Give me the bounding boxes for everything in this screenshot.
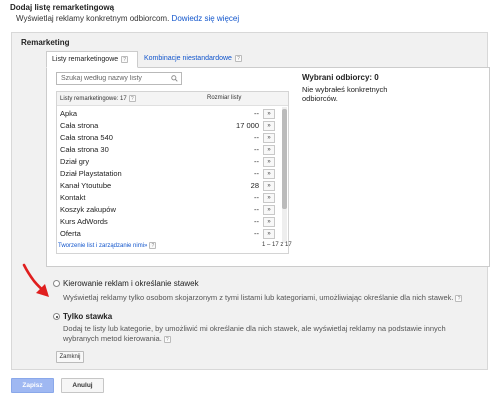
list-item-size: 28 — [250, 181, 259, 190]
option-bid-only-label[interactable]: Tylko stawka — [63, 312, 112, 321]
help-icon[interactable]: ? — [163, 335, 171, 343]
option-bid-only-radio[interactable] — [53, 313, 60, 320]
help-icon[interactable]: ? — [455, 294, 463, 302]
list-item[interactable]: Kanał Ytoutube 28 » — [57, 180, 279, 192]
tab-remarketing-lists[interactable]: Listy remarketingowe? — [46, 51, 138, 68]
selected-audiences-empty: Nie wybrałeś konkretnych odbiorców. — [302, 85, 388, 103]
search-box — [56, 72, 182, 85]
list-item[interactable]: Cała strona 17 000 » — [57, 120, 279, 132]
list-item-name: Koszyk zakupów — [60, 205, 116, 214]
list-item-name: Kontakt — [60, 193, 86, 202]
list-item-name: Dział gry — [60, 157, 90, 166]
selected-audiences-title: Wybrani odbiorcy: 0 — [302, 73, 379, 82]
list-item-size: -- — [254, 145, 259, 154]
section-heading: Remarketing — [21, 38, 70, 47]
help-icon[interactable]: ? — [234, 54, 242, 62]
option-bid-only-description: Dodaj te listy lub kategorie, by umożliw… — [63, 324, 463, 344]
list-item[interactable]: Cała strona 540 -- » — [57, 132, 279, 144]
option-targeting-description: Wyświetlaj reklamy tylko osobom skojarzo… — [63, 293, 463, 303]
cancel-button[interactable]: Anuluj — [61, 378, 104, 393]
column-header-size[interactable]: Rozmiar listy — [207, 95, 241, 101]
list-item[interactable]: Koszyk zakupów -- » — [57, 204, 279, 216]
list-item-name: Kurs AdWords — [60, 217, 108, 226]
option-bid-only-description-text: Dodaj te listy lub kategorie, by umożliw… — [63, 324, 446, 343]
option-targeting-label[interactable]: Kierowanie reklam i określanie stawek — [63, 279, 199, 288]
list-item[interactable]: Oferta -- » — [57, 228, 279, 240]
add-list-button[interactable]: » — [263, 145, 275, 155]
list-item-name: Cała strona 30 — [60, 145, 109, 154]
list-item-name: Apka — [60, 109, 78, 118]
tab-label: Kombinacje niestandardowe — [144, 55, 232, 62]
list-item[interactable]: Apka -- » — [57, 108, 279, 120]
list-item-size: -- — [254, 133, 259, 142]
help-icon[interactable]: ? — [121, 55, 129, 63]
add-list-button[interactable]: » — [263, 205, 275, 215]
learn-more-link[interactable]: Dowiedz się więcej — [172, 14, 240, 23]
tab-label: Listy remarketingowe — [52, 56, 119, 63]
dialog-title: Dodaj listę remarketingową — [10, 3, 115, 12]
list-item[interactable]: Kurs AdWords -- » — [57, 216, 279, 228]
add-list-button[interactable]: » — [263, 121, 275, 131]
option-targeting-radio[interactable] — [53, 280, 60, 287]
option-targeting-description-text: Wyświetlaj reklamy tylko osobom skojarzo… — [63, 293, 454, 302]
remarketing-list-table: Listy remarketingowe: 17? Rozmiar listy … — [56, 91, 289, 254]
list-item-size: 17 000 — [236, 121, 259, 130]
dialog-subtitle: Wyświetlaj reklamy konkretnym odbiorcom.… — [16, 14, 239, 23]
save-button[interactable]: Zapisz — [11, 378, 54, 393]
red-arrow-icon — [22, 263, 49, 297]
list-item[interactable]: Dział gry -- » — [57, 156, 279, 168]
manage-lists-link[interactable]: Tworzenie list i zarządzanie nimi»? — [58, 242, 157, 249]
list-item-name: Kanał Ytoutube — [60, 181, 112, 190]
add-list-button[interactable]: » — [263, 133, 275, 143]
list-item[interactable]: Cała strona 30 -- » — [57, 144, 279, 156]
list-item-name: Dział Playstatation — [60, 169, 122, 178]
manage-lists-link-text[interactable]: Tworzenie list i zarządzanie nimi» — [58, 243, 147, 249]
list-item[interactable]: Dział Playstatation -- » — [57, 168, 279, 180]
help-icon[interactable]: ? — [128, 95, 136, 102]
help-icon[interactable]: ? — [149, 242, 157, 249]
list-item-size: -- — [254, 169, 259, 178]
column-header-name: Listy remarketingowe: 17? — [60, 95, 136, 102]
add-list-button[interactable]: » — [263, 157, 275, 167]
list-item-name: Cała strona 540 — [60, 133, 113, 142]
list-item-size: -- — [254, 229, 259, 238]
scrollbar-thumb[interactable] — [282, 109, 287, 209]
list-item-size: -- — [254, 217, 259, 226]
add-list-button[interactable]: » — [263, 181, 275, 191]
list-item[interactable]: Kontakt -- » — [57, 192, 279, 204]
add-list-button[interactable]: » — [263, 109, 275, 119]
close-button[interactable]: Zamknij — [56, 351, 84, 363]
list-item-size: -- — [254, 109, 259, 118]
dialog-subtitle-text: Wyświetlaj reklamy konkretnym odbiorcom. — [16, 14, 170, 23]
scrollbar[interactable] — [282, 107, 287, 243]
list-item-size: -- — [254, 193, 259, 202]
add-list-button[interactable]: » — [263, 229, 275, 239]
list-item-size: -- — [254, 157, 259, 166]
list-item-size: -- — [254, 205, 259, 214]
add-list-button[interactable]: » — [263, 169, 275, 179]
list-item-name: Oferta — [60, 229, 81, 238]
column-header-name-text: Listy remarketingowe: 17 — [60, 96, 127, 103]
list-item-name: Cała strona — [60, 121, 99, 130]
search-icon[interactable] — [171, 75, 178, 82]
add-list-button[interactable]: » — [263, 217, 275, 227]
tab-custom-combinations[interactable]: Kombinacje niestandardowe? — [139, 51, 253, 68]
add-list-button[interactable]: » — [263, 193, 275, 203]
search-input[interactable] — [57, 73, 169, 84]
list-header: Listy remarketingowe: 17? Rozmiar listy — [57, 92, 288, 106]
list-pagination-count: 1 – 17 z 17 — [262, 242, 292, 248]
